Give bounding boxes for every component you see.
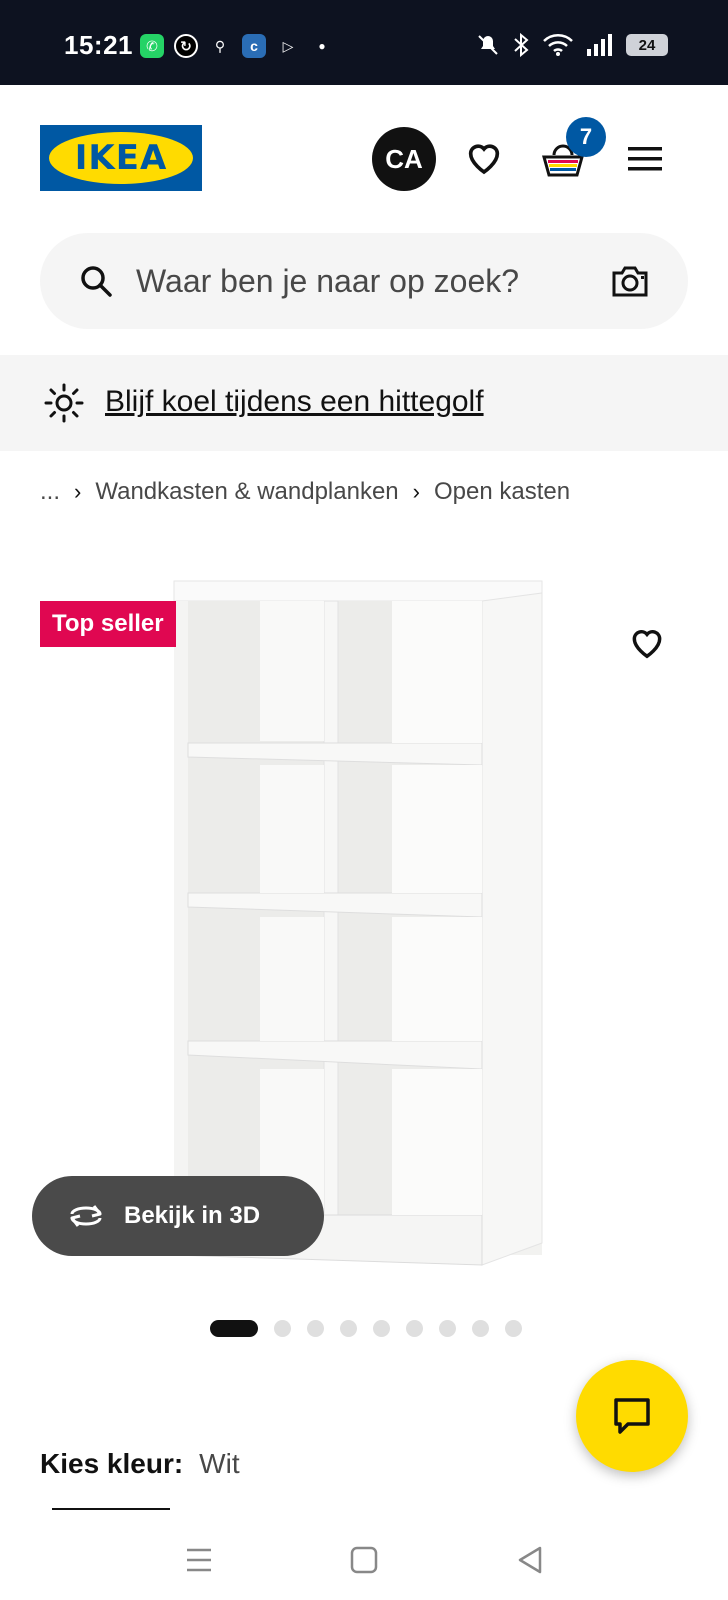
c-app-icon: c — [242, 34, 266, 58]
bluetooth-icon — [514, 32, 529, 58]
product-image — [173, 580, 543, 1266]
hamburger-menu-icon[interactable] — [628, 145, 662, 173]
carousel-dot[interactable] — [210, 1320, 258, 1337]
breadcrumb-ellipsis[interactable]: ... — [40, 478, 60, 506]
favorite-heart-icon[interactable] — [628, 623, 666, 661]
account-avatar[interactable]: CA — [372, 127, 436, 191]
camera-search-icon[interactable] — [610, 263, 650, 299]
signal-icon — [587, 34, 612, 56]
search-icon[interactable] — [78, 263, 114, 299]
breadcrumb: ... › Wandkasten & wandplanken › Open ka… — [40, 478, 570, 506]
carousel-dot[interactable] — [340, 1320, 357, 1337]
play-store-icon: ▷ — [282, 37, 294, 54]
wishlist-heart-icon[interactable] — [464, 137, 504, 177]
search-input[interactable] — [136, 255, 586, 307]
color-label: Kies kleur: — [40, 1448, 184, 1479]
recent-apps-icon[interactable] — [181, 1542, 217, 1578]
chevron-right-icon: › — [412, 479, 420, 504]
breadcrumb-wandkasten[interactable]: Wandkasten & wandplanken — [95, 478, 398, 506]
logo-text: IKEA — [49, 132, 193, 184]
notification-icons: ✆ ↻ ⚲ c ▷ ● — [140, 34, 334, 58]
color-value: Wit — [199, 1448, 240, 1479]
mute-icon — [478, 35, 498, 55]
search-bar[interactable] — [40, 233, 688, 329]
carousel-dot[interactable] — [505, 1320, 522, 1337]
color-selector: Kies kleur: Wit — [40, 1448, 240, 1480]
ikea-logo[interactable]: IKEA — [40, 125, 202, 191]
sync-icon: ↻ — [174, 34, 198, 58]
network-icon: ⚲ — [214, 37, 226, 54]
carousel-dot[interactable] — [406, 1320, 423, 1337]
whatsapp-icon: ✆ — [140, 34, 164, 58]
site-header: IKEA CA 7 — [0, 85, 728, 230]
top-seller-badge: Top seller — [40, 601, 176, 647]
product-image-carousel[interactable]: Top seller Bekijk in 3D — [0, 555, 728, 1290]
carousel-dot[interactable] — [274, 1320, 291, 1337]
system-nav-bar — [0, 1520, 728, 1600]
sun-icon — [44, 383, 84, 423]
back-icon[interactable] — [512, 1542, 548, 1578]
carousel-dot[interactable] — [439, 1320, 456, 1337]
battery-icon: 24 — [626, 34, 668, 56]
chat-icon — [614, 1398, 650, 1434]
carousel-dot[interactable] — [373, 1320, 390, 1337]
chevron-right-icon: › — [74, 479, 82, 504]
carousel-dots — [210, 1320, 522, 1337]
view-3d-button[interactable]: Bekijk in 3D — [32, 1176, 324, 1256]
view-3d-label: Bekijk in 3D — [124, 1202, 261, 1229]
breadcrumb-open-kasten[interactable]: Open kasten — [434, 478, 570, 506]
chat-button[interactable] — [576, 1360, 688, 1472]
wifi-icon — [543, 34, 573, 56]
carousel-dot[interactable] — [307, 1320, 324, 1337]
status-time: 15:21 — [64, 30, 133, 60]
home-icon[interactable] — [346, 1542, 382, 1578]
cart-count-badge: 7 — [566, 117, 606, 157]
carousel-dot[interactable] — [472, 1320, 489, 1337]
heatwave-banner: Blijf koel tijdens een hittegolf — [0, 355, 728, 451]
rotate-3d-icon — [70, 1205, 102, 1227]
heatwave-link[interactable]: Blijf koel tijdens een hittegolf — [105, 385, 484, 419]
system-icons: 24 — [476, 32, 668, 58]
selected-swatch-indicator[interactable] — [52, 1508, 170, 1510]
dot-icon: ● — [318, 39, 326, 53]
status-bar: 15:21 ✆ ↻ ⚲ c ▷ ● 24 — [0, 0, 728, 85]
